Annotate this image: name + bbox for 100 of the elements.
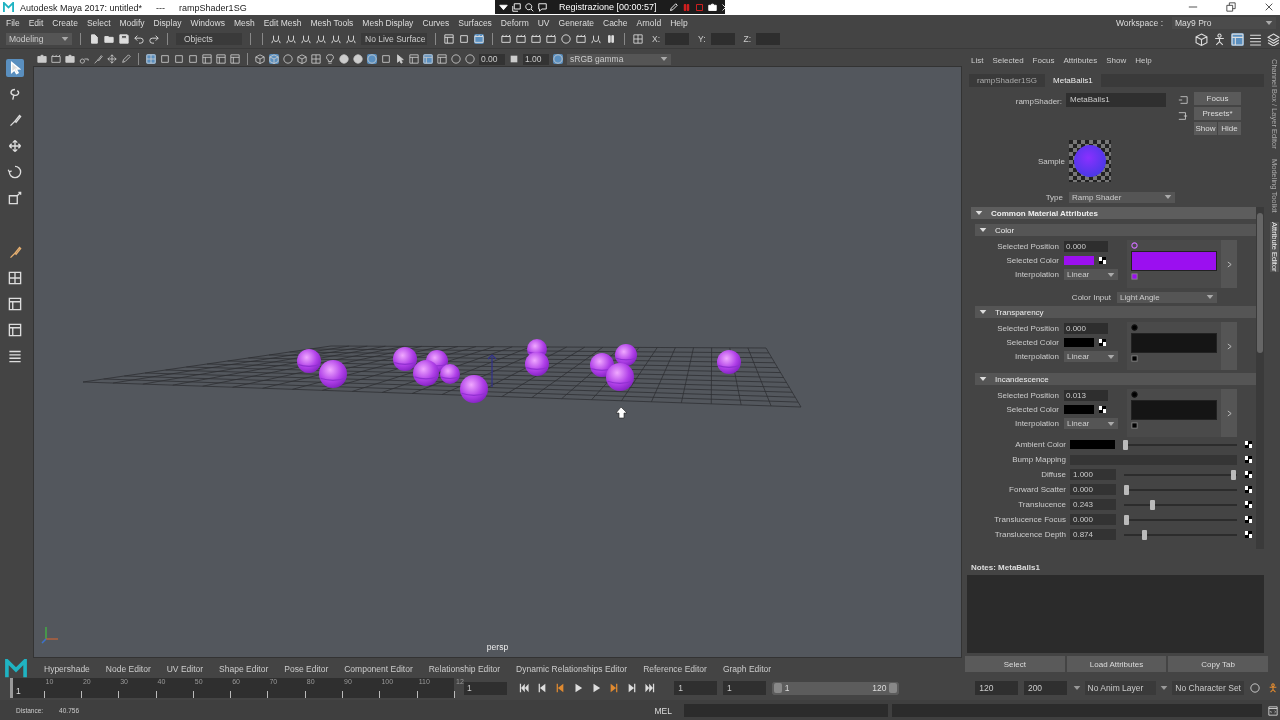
ramp-handle[interactable]: [1131, 324, 1138, 331]
scrollbar[interactable]: [1256, 207, 1264, 549]
interpolation-dropdown[interactable]: Linear: [1064, 351, 1118, 362]
playback-end-field[interactable]: 120: [975, 681, 1018, 695]
menu-item[interactable]: Selected: [992, 55, 1024, 65]
selection-mode-field[interactable]: Objects: [176, 33, 242, 45]
shelf-tab[interactable]: Graph Editor: [722, 664, 772, 674]
menu-item[interactable]: Deform: [500, 17, 529, 28]
value-field[interactable]: 0.000: [1070, 484, 1116, 495]
color-swatch[interactable]: [1070, 440, 1115, 449]
color-swatch[interactable]: [1064, 256, 1094, 265]
step-back-icon[interactable]: [536, 683, 547, 693]
focus-button[interactable]: Focus: [1194, 92, 1241, 105]
color-ramp[interactable]: [1131, 400, 1217, 420]
folder-icon[interactable]: [104, 34, 114, 44]
layout-icon[interactable]: [230, 54, 240, 64]
slider-thumb[interactable]: [1149, 499, 1155, 510]
cube-icon[interactable]: [255, 54, 265, 64]
color-swatch[interactable]: [1064, 405, 1094, 414]
section-header[interactable]: Color: [975, 224, 1256, 236]
scale-icon[interactable]: [6, 189, 24, 207]
color-ramp[interactable]: [1131, 333, 1217, 353]
node-name-field[interactable]: MetaBalls1: [1066, 93, 1166, 107]
section-header[interactable]: Transparency: [975, 306, 1256, 318]
output-connection-icon[interactable]: [1178, 111, 1188, 121]
shelf-tab[interactable]: Component Editor: [344, 664, 413, 674]
magnet-icon[interactable]: [331, 34, 341, 44]
map-button[interactable]: [1245, 531, 1252, 538]
pause-icon[interactable]: [681, 2, 691, 12]
sphere[interactable]: [319, 360, 347, 388]
magnet-icon[interactable]: [301, 34, 311, 44]
move-icon[interactable]: [107, 54, 117, 64]
menu-item[interactable]: Windows: [190, 17, 225, 28]
camera-icon[interactable]: [37, 54, 47, 64]
circle-icon[interactable]: [367, 54, 377, 64]
viewport[interactable]: persp: [33, 66, 962, 658]
windows-icon[interactable]: [512, 2, 521, 12]
brush-icon[interactable]: [93, 54, 103, 64]
move-icon[interactable]: [6, 137, 24, 155]
menu-item[interactable]: Help: [1135, 55, 1152, 65]
layout-icon[interactable]: [409, 54, 419, 64]
editor-button[interactable]: Select: [965, 656, 1065, 672]
map-button[interactable]: [1245, 471, 1252, 478]
editor-button[interactable]: Copy Tab: [1168, 656, 1268, 672]
ramp-handle[interactable]: [1131, 391, 1138, 398]
clapper-icon[interactable]: [51, 54, 61, 64]
sphere[interactable]: [615, 344, 637, 366]
sphere[interactable]: [606, 363, 634, 391]
current-frame-field[interactable]: 1: [464, 681, 507, 695]
color-swatch[interactable]: [1064, 338, 1094, 347]
figure-icon[interactable]: [1268, 683, 1278, 693]
color-space-dropdown[interactable]: sRGB gamma: [567, 53, 671, 65]
end-frame-field[interactable]: 200: [1023, 681, 1067, 695]
layout-icon[interactable]: [437, 54, 447, 64]
search-icon[interactable]: [525, 2, 534, 12]
camera-icon[interactable]: [65, 54, 75, 64]
current-frame-marker[interactable]: [10, 678, 13, 698]
character-set-field[interactable]: No Character Set: [1172, 681, 1244, 695]
section-header[interactable]: Incandescence: [975, 373, 1256, 385]
map-button[interactable]: [1245, 501, 1252, 508]
pencil-icon[interactable]: [121, 54, 131, 64]
skip-start-icon[interactable]: [518, 683, 529, 693]
menu-set-dropdown[interactable]: Modeling: [6, 33, 72, 45]
position-field[interactable]: 0.000: [1064, 323, 1108, 334]
skip-end-icon[interactable]: [644, 683, 655, 693]
close-icon[interactable]: [1264, 2, 1274, 12]
map-button[interactable]: [1245, 441, 1252, 448]
ramp-handle[interactable]: [1131, 422, 1138, 429]
clapper-icon[interactable]: [501, 34, 511, 44]
gamma-icon[interactable]: [509, 54, 519, 64]
ramp-handle[interactable]: [1131, 273, 1138, 280]
menu-item[interactable]: Create: [52, 17, 78, 28]
shelf-tab[interactable]: Node Editor: [105, 664, 151, 674]
sphere[interactable]: [413, 360, 439, 386]
menu-item[interactable]: Attributes: [1063, 55, 1098, 65]
menu-item[interactable]: Focus: [1032, 55, 1055, 65]
menu-item[interactable]: Arnold: [636, 17, 662, 28]
select-arrow-icon[interactable]: [395, 54, 405, 64]
slider-thumb[interactable]: [1231, 469, 1236, 480]
list-icon[interactable]: [1249, 32, 1262, 46]
menu-item[interactable]: Select: [86, 17, 111, 28]
show-button[interactable]: Show: [1194, 122, 1217, 135]
restore-icon[interactable]: [1226, 2, 1236, 12]
comment-icon[interactable]: [538, 2, 547, 12]
map-button[interactable]: [1245, 516, 1252, 523]
color-ramp[interactable]: [1131, 251, 1217, 271]
shelf-tab[interactable]: Reference Editor: [643, 664, 707, 674]
caret-icon[interactable]: [499, 2, 508, 12]
magnet-icon[interactable]: [346, 34, 356, 44]
clapper-icon[interactable]: [516, 34, 526, 44]
grid-icon[interactable]: [311, 54, 321, 64]
slider-thumb[interactable]: [1124, 514, 1129, 525]
menu-item[interactable]: Mesh Display: [362, 17, 414, 28]
save-icon[interactable]: [119, 34, 129, 44]
start-frame-field[interactable]: 1: [674, 681, 718, 695]
layout-icon[interactable]: [216, 54, 226, 64]
value-field[interactable]: 0.874: [1070, 529, 1116, 540]
menu-item[interactable]: Help: [670, 17, 688, 28]
position-field[interactable]: 0.013: [1064, 390, 1108, 401]
menu-item[interactable]: List: [971, 55, 984, 65]
